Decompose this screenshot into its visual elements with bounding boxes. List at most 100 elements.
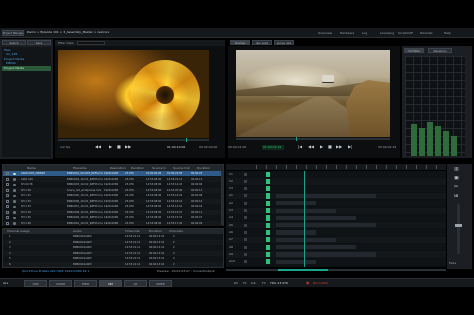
bin-row[interactable]: SH 1:35 BDRO009_11C21_RZFM.mov 1920x1080 23… xyxy=(3,215,223,220)
row-checkbox[interactable] xyxy=(6,221,9,225)
audio-fader[interactable] xyxy=(455,204,462,254)
clip-detail-row[interactable]: 5 BDRO001A003 14:53:21:11 00:00:13:10 2 xyxy=(3,256,223,261)
timeline-track[interactable]: A2 xyxy=(226,200,446,207)
track-clip[interactable] xyxy=(266,237,270,243)
track-toggle-icon[interactable] xyxy=(244,172,247,176)
track-toggle-icon[interactable] xyxy=(244,252,247,256)
timeline-track[interactable]: A4 xyxy=(226,214,446,222)
row-checkbox[interactable] xyxy=(6,183,9,186)
tab-prores[interactable]: prores_422 xyxy=(274,40,294,45)
record-stop-icon[interactable]: ■ xyxy=(328,145,332,149)
lock-icon[interactable]: ▣ xyxy=(454,176,459,181)
go-end-icon[interactable]: ▶| xyxy=(348,145,352,149)
clip-detail-row[interactable]: 1 BDRO001A003 14:53:21:11 00:00:13:10 2 xyxy=(3,234,223,239)
track-clip[interactable] xyxy=(266,200,270,206)
clip-col-duration[interactable]: Duration xyxy=(149,230,162,233)
record-scrub-bar[interactable] xyxy=(236,137,390,141)
record-playhead[interactable] xyxy=(296,137,297,141)
bin-col-filename[interactable]: Filename xyxy=(73,167,87,170)
clip-col-timecode[interactable]: Timecode xyxy=(125,230,140,233)
track-clip[interactable] xyxy=(266,171,270,177)
bin-row[interactable]: SH 22:38 BDRO003_11C02_RZFM.mov 1920x1080 2… xyxy=(3,182,223,187)
track-toggle-icon[interactable] xyxy=(244,209,247,212)
save-button[interactable]: Save xyxy=(27,40,51,45)
clip-detail-row[interactable]: 4 BDRO001A003 14:53:21:11 00:00:13:10 2 xyxy=(3,250,223,256)
timeline-track[interactable]: V1 xyxy=(226,171,446,178)
tab-dpx-seq[interactable]: dpx_seq1 xyxy=(252,40,272,45)
track-segment[interactable] xyxy=(276,223,376,228)
timeline-track[interactable]: A6 xyxy=(226,229,446,236)
timeline-track[interactable]: V2 xyxy=(226,178,446,185)
audio-fader-knob[interactable] xyxy=(455,224,462,227)
bottom-tab-color[interactable]: COLOR xyxy=(49,280,72,287)
track-toggle-icon[interactable] xyxy=(244,245,247,249)
cut-icon[interactable]: ✂ xyxy=(454,185,458,190)
bin-col-source-in[interactable]: Source In xyxy=(152,167,166,170)
timeline-track[interactable]: A8 xyxy=(226,244,446,251)
track-toggle-icon[interactable] xyxy=(244,201,247,205)
track-segment[interactable] xyxy=(276,245,356,250)
track-toggle-icon[interactable] xyxy=(244,223,247,227)
trash-icon[interactable]: ▥ xyxy=(454,167,459,172)
track-toggle-icon[interactable] xyxy=(244,187,247,191)
row-checkbox[interactable] xyxy=(6,177,9,181)
top-tab-hardware[interactable]: Hardware xyxy=(340,32,354,35)
bin-row[interactable]: SH 1:33 BDRO007_11C21_RZFM.mov 1920x1080 23… xyxy=(3,204,223,209)
top-tab-tutorials[interactable]: Tutorials xyxy=(420,32,433,35)
prev-frame-icon[interactable]: ◀◀ xyxy=(95,145,101,149)
track-segment[interactable] xyxy=(276,252,376,257)
top-tab-overview[interactable]: Overview xyxy=(318,32,332,35)
bin-col-duration[interactable]: Duration xyxy=(131,167,144,170)
tab-waveform[interactable]: Waveform xyxy=(428,48,452,53)
bin-row[interactable]: SH 1:36 BDRO010_11C21_RZFM.mov 1920x1080 23… xyxy=(3,220,223,226)
timeline-playhead[interactable] xyxy=(304,171,305,267)
bin-row[interactable]: A001C003_200608 BDRO001_01C003_RZFS.mov 19… xyxy=(3,171,223,176)
project-manager-button[interactable]: Project Manager xyxy=(2,30,24,36)
top-tab-scratchxf[interactable]: ScratchXF xyxy=(398,32,413,35)
timeline-track[interactable]: A5 xyxy=(226,222,446,229)
source-scrub-bar[interactable] xyxy=(58,138,209,142)
row-checkbox[interactable] xyxy=(6,194,9,197)
clip-col-channel[interactable]: Channel Assign xyxy=(7,230,30,233)
track-clip[interactable] xyxy=(266,178,270,185)
track-toggle-icon[interactable] xyxy=(244,260,247,264)
row-checkbox[interactable] xyxy=(6,205,9,208)
tree-item-selected[interactable]: Project Media xyxy=(2,66,51,71)
bin-col-source-out[interactable]: Source Out xyxy=(173,167,190,170)
track-clip[interactable] xyxy=(266,244,270,250)
record-play-icon[interactable]: ▶ xyxy=(320,145,323,149)
bottom-tab-con[interactable]: CON xyxy=(24,280,47,287)
timeline-track[interactable]: A7 xyxy=(226,236,446,243)
row-checkbox[interactable] xyxy=(6,199,9,203)
clip-detail-row[interactable]: 2 BDRO001A003 14:53:21:11 00:00:13:10 2 xyxy=(3,239,223,245)
audio-mute-icon[interactable]: ◉ xyxy=(306,281,310,285)
bin-row[interactable]: SH 1:34 BDRO008_11C21_RZFM.mov 1920x1080 23… xyxy=(3,209,223,215)
search-button[interactable]: Search xyxy=(2,40,26,45)
bottom-all-label[interactable]: ALL xyxy=(3,282,8,285)
tree-item-media[interactable]: MEDIA xyxy=(6,62,16,65)
go-start-icon[interactable]: |◀ xyxy=(298,145,302,149)
bin-row[interactable]: SH 1:31 BDRO005_11C21_RZFM.mov 1920x1080 23… xyxy=(3,193,223,198)
bottom-tab-srt[interactable]: SRT xyxy=(99,280,122,287)
track-segment[interactable] xyxy=(276,237,336,242)
track-clip[interactable] xyxy=(266,193,270,199)
row-checkbox[interactable] xyxy=(6,172,9,175)
tab-vu-meter[interactable]: VU Meter xyxy=(404,48,424,53)
track-toggle-icon[interactable] xyxy=(244,194,247,198)
track-toggle-icon[interactable] xyxy=(244,216,247,220)
timeline-scroll[interactable] xyxy=(226,269,446,271)
snap-icon[interactable]: ⊞ xyxy=(454,194,458,199)
track-segment[interactable] xyxy=(276,193,376,199)
bin-col-name[interactable]: Name xyxy=(27,167,36,170)
row-checkbox[interactable] xyxy=(6,210,9,214)
clip-detail-row[interactable]: 3 BDRO001A003 14:53:21:11 00:00:13:10 2 xyxy=(3,245,223,250)
track-toggle-icon[interactable] xyxy=(244,179,247,183)
bottom-tab-fnsh[interactable]: FNSH xyxy=(74,280,97,287)
top-tab-help[interactable]: Help xyxy=(444,32,451,35)
monitor-icon[interactable]: ▭ xyxy=(234,281,238,285)
source-video-frame[interactable] xyxy=(58,50,209,138)
bottom-tab-qa[interactable]: QA xyxy=(124,280,147,287)
track-toggle-icon[interactable] xyxy=(244,238,247,242)
row-checkbox[interactable] xyxy=(6,188,9,192)
track-clip[interactable] xyxy=(266,229,270,236)
